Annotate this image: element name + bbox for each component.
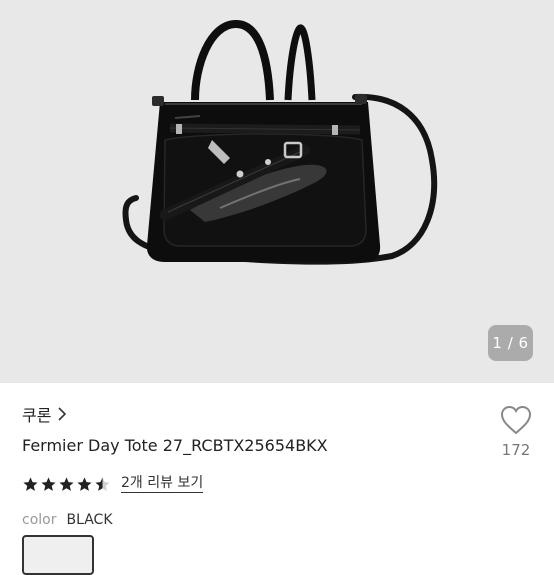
reviews-link[interactable]: 2개 리뷰 보기 bbox=[121, 475, 204, 493]
star-icon bbox=[59, 476, 74, 491]
brand-name: 쿠론 bbox=[22, 406, 52, 425]
chevron-right-icon bbox=[58, 407, 67, 421]
brand-link[interactable]: 쿠론 bbox=[22, 403, 67, 425]
star-rating bbox=[22, 476, 111, 493]
color-value: BLACK bbox=[66, 512, 113, 528]
product-name: Fermier Day Tote 27_RCBTX25654BKX bbox=[22, 436, 328, 455]
star-icon bbox=[41, 476, 56, 491]
color-label: color bbox=[22, 512, 57, 528]
wish-count: 172 bbox=[501, 441, 531, 459]
wishlist-button[interactable]: 172 bbox=[493, 405, 539, 467]
star-half-icon bbox=[95, 476, 110, 491]
color-row: color BLACK bbox=[22, 510, 113, 530]
color-swatch-selected[interactable] bbox=[22, 535, 94, 575]
product-image bbox=[122, 20, 438, 265]
product-image-gallery[interactable]: 1 / 6 bbox=[0, 0, 554, 383]
rating-row: 2개 리뷰 보기 bbox=[22, 472, 204, 496]
heart-outline-icon bbox=[500, 405, 532, 435]
image-page-counter: 1 / 6 bbox=[488, 325, 533, 361]
star-icon bbox=[23, 476, 38, 491]
star-icon bbox=[77, 476, 92, 491]
